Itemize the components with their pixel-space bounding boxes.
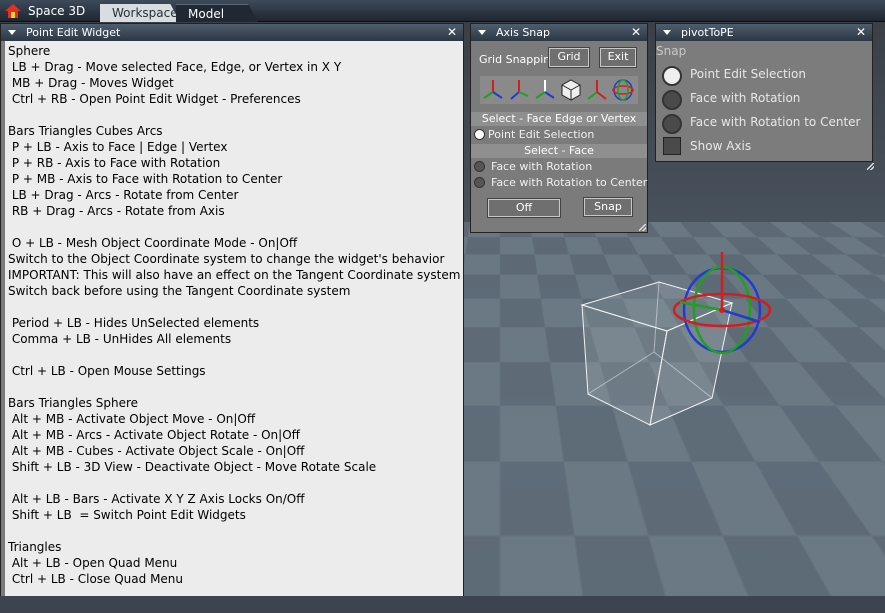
show-axis-label: Show Axis <box>690 139 752 153</box>
pivot-option-face-with-rotation-to-center: Face with Rotation to Center <box>690 115 861 129</box>
axis-rotate-icon[interactable] <box>508 78 530 102</box>
bottom-status-bar <box>0 596 885 613</box>
help-line: MB + Drag - Moves Widget <box>8 76 174 90</box>
section-header-face: Select - Face <box>471 144 647 158</box>
help-line: Bars Triangles Sphere <box>8 396 139 410</box>
help-line: P + RB - Axis to Face with Rotation <box>8 156 221 170</box>
help-line: Ctrl + RB - Open Point Edit Widget - Pre… <box>8 92 301 106</box>
help-line: Shift + LB = Switch Point Edit Widgets <box>8 508 246 522</box>
radio-face-with-rotation[interactable] <box>474 161 485 172</box>
radio-pivot-face-with-rotation-to-center[interactable] <box>662 114 682 134</box>
axis-pivot-icon[interactable] <box>586 78 608 102</box>
axis-scale-icon[interactable] <box>534 78 556 102</box>
show-axis-checkbox[interactable] <box>663 137 681 155</box>
pivot-option-point-edit-selection: Point Edit Selection <box>690 67 806 81</box>
top-tab-bar: Space 3D Workspace Model <box>0 0 885 22</box>
collapse-arrow-icon[interactable] <box>8 30 16 35</box>
axis-tool-icons <box>480 76 638 104</box>
option-point-edit-selection: Point Edit Selection <box>488 128 595 141</box>
option-face-with-rotation-to-center: Face with Rotation to Center <box>491 176 648 189</box>
help-line: Shift + LB - 3D View - Deactivate Object… <box>8 460 377 474</box>
help-line: LB + Drag - Move selected Face, Edge, or… <box>8 60 342 74</box>
help-line: Comma + LB - UnHides All elements <box>8 332 232 346</box>
radio-point-edit-selection[interactable] <box>474 129 485 140</box>
axis-arrows-icon[interactable] <box>482 78 504 102</box>
help-line: RB + Drag - Arcs - Rotate from Axis <box>8 204 225 218</box>
help-line: Alt + LB - Bars - Activate X Y Z Axis Lo… <box>8 492 305 506</box>
off-button[interactable]: Off <box>487 198 561 218</box>
grid-button[interactable]: Grid <box>548 47 590 68</box>
help-line: Ctrl + LB - Close Quad Menu <box>8 572 184 586</box>
point-edit-widget-panel: Point Edit Widget ✕ Sphere LB + Drag - M… <box>0 23 464 605</box>
tab-model[interactable]: Model <box>176 4 258 22</box>
help-line <box>8 107 463 123</box>
help-line: O + LB - Mesh Object Coordinate Mode - O… <box>8 236 298 250</box>
help-line: Sphere <box>8 44 51 58</box>
radio-face-with-rotation-to-center[interactable] <box>474 177 485 188</box>
viewport-resize-grip[interactable] <box>867 163 874 170</box>
sphere-gizmo-icon[interactable] <box>612 78 634 102</box>
help-line <box>8 347 463 363</box>
cube-icon[interactable] <box>560 78 582 102</box>
help-line <box>8 219 463 235</box>
snap-button[interactable]: Snap <box>583 197 633 217</box>
help-line: LB + Drag - Arcs - Rotate from Center <box>8 188 239 202</box>
help-line: Bars Triangles Cubes Arcs <box>8 124 163 138</box>
panel-titlebar[interactable]: Axis Snap ✕ <box>471 24 647 41</box>
panel-title: Axis Snap <box>496 26 550 39</box>
help-line: Alt + MB - Activate Object Move - On|Off <box>8 412 256 426</box>
panel-title: Point Edit Widget <box>26 26 121 39</box>
panel-resize-grip[interactable] <box>639 224 646 231</box>
help-line: Ctrl + LB - Open Mouse Settings <box>8 364 206 378</box>
cube-wireframe <box>580 281 734 426</box>
radio-pivot-point-edit-selection[interactable] <box>662 66 682 86</box>
pivot-option-face-with-rotation: Face with Rotation <box>690 91 801 105</box>
snap-label: Snap <box>656 44 687 58</box>
section-header-face-edge-vertex: Select - Face Edge or Vertex <box>471 112 647 126</box>
exit-button[interactable]: Exit <box>599 47 637 68</box>
radio-pivot-face-with-rotation[interactable] <box>662 90 682 110</box>
collapse-arrow-icon[interactable] <box>478 30 486 35</box>
grid-snapping-label: Grid Snapping <box>479 53 558 66</box>
help-line <box>8 299 463 315</box>
panel-titlebar[interactable]: Point Edit Widget ✕ <box>1 24 463 41</box>
help-line <box>8 523 463 539</box>
app-title: Space 3D <box>28 4 86 18</box>
help-line: Alt + MB - Arcs - Activate Object Rotate… <box>8 428 300 442</box>
panel-title: pivotToPE <box>681 26 734 39</box>
help-line: P + LB - Axis to Face | Edge | Vertex <box>8 140 228 154</box>
help-line: Period + LB - Hides UnSelected elements <box>8 316 260 330</box>
option-face-with-rotation: Face with Rotation <box>491 160 593 173</box>
app-logo-icon <box>5 4 21 18</box>
help-line <box>8 379 463 395</box>
help-line: Alt + MB - Cubes - Activate Object Scale… <box>8 444 305 458</box>
help-line: IMPORTANT: This will also have an effect… <box>8 268 461 282</box>
collapse-arrow-icon[interactable] <box>663 30 671 35</box>
help-line: Switch to the Object Coordinate system t… <box>8 252 445 266</box>
close-icon[interactable]: ✕ <box>447 24 457 41</box>
tab-workspace[interactable]: Workspace <box>100 4 180 22</box>
help-line: Switch back before using the Tangent Coo… <box>8 284 351 298</box>
help-line: Triangles <box>8 540 62 554</box>
help-line <box>8 475 463 491</box>
help-line: P + MB - Axis to Face with Rotation to C… <box>8 172 283 186</box>
help-text-area: Sphere LB + Drag - Move selected Face, E… <box>5 41 463 599</box>
panel-titlebar[interactable]: pivotToPE ✕ <box>656 24 872 41</box>
help-line: Alt + LB - Open Quad Menu <box>8 556 178 570</box>
close-icon[interactable]: ✕ <box>631 24 641 41</box>
close-icon[interactable]: ✕ <box>856 24 866 41</box>
